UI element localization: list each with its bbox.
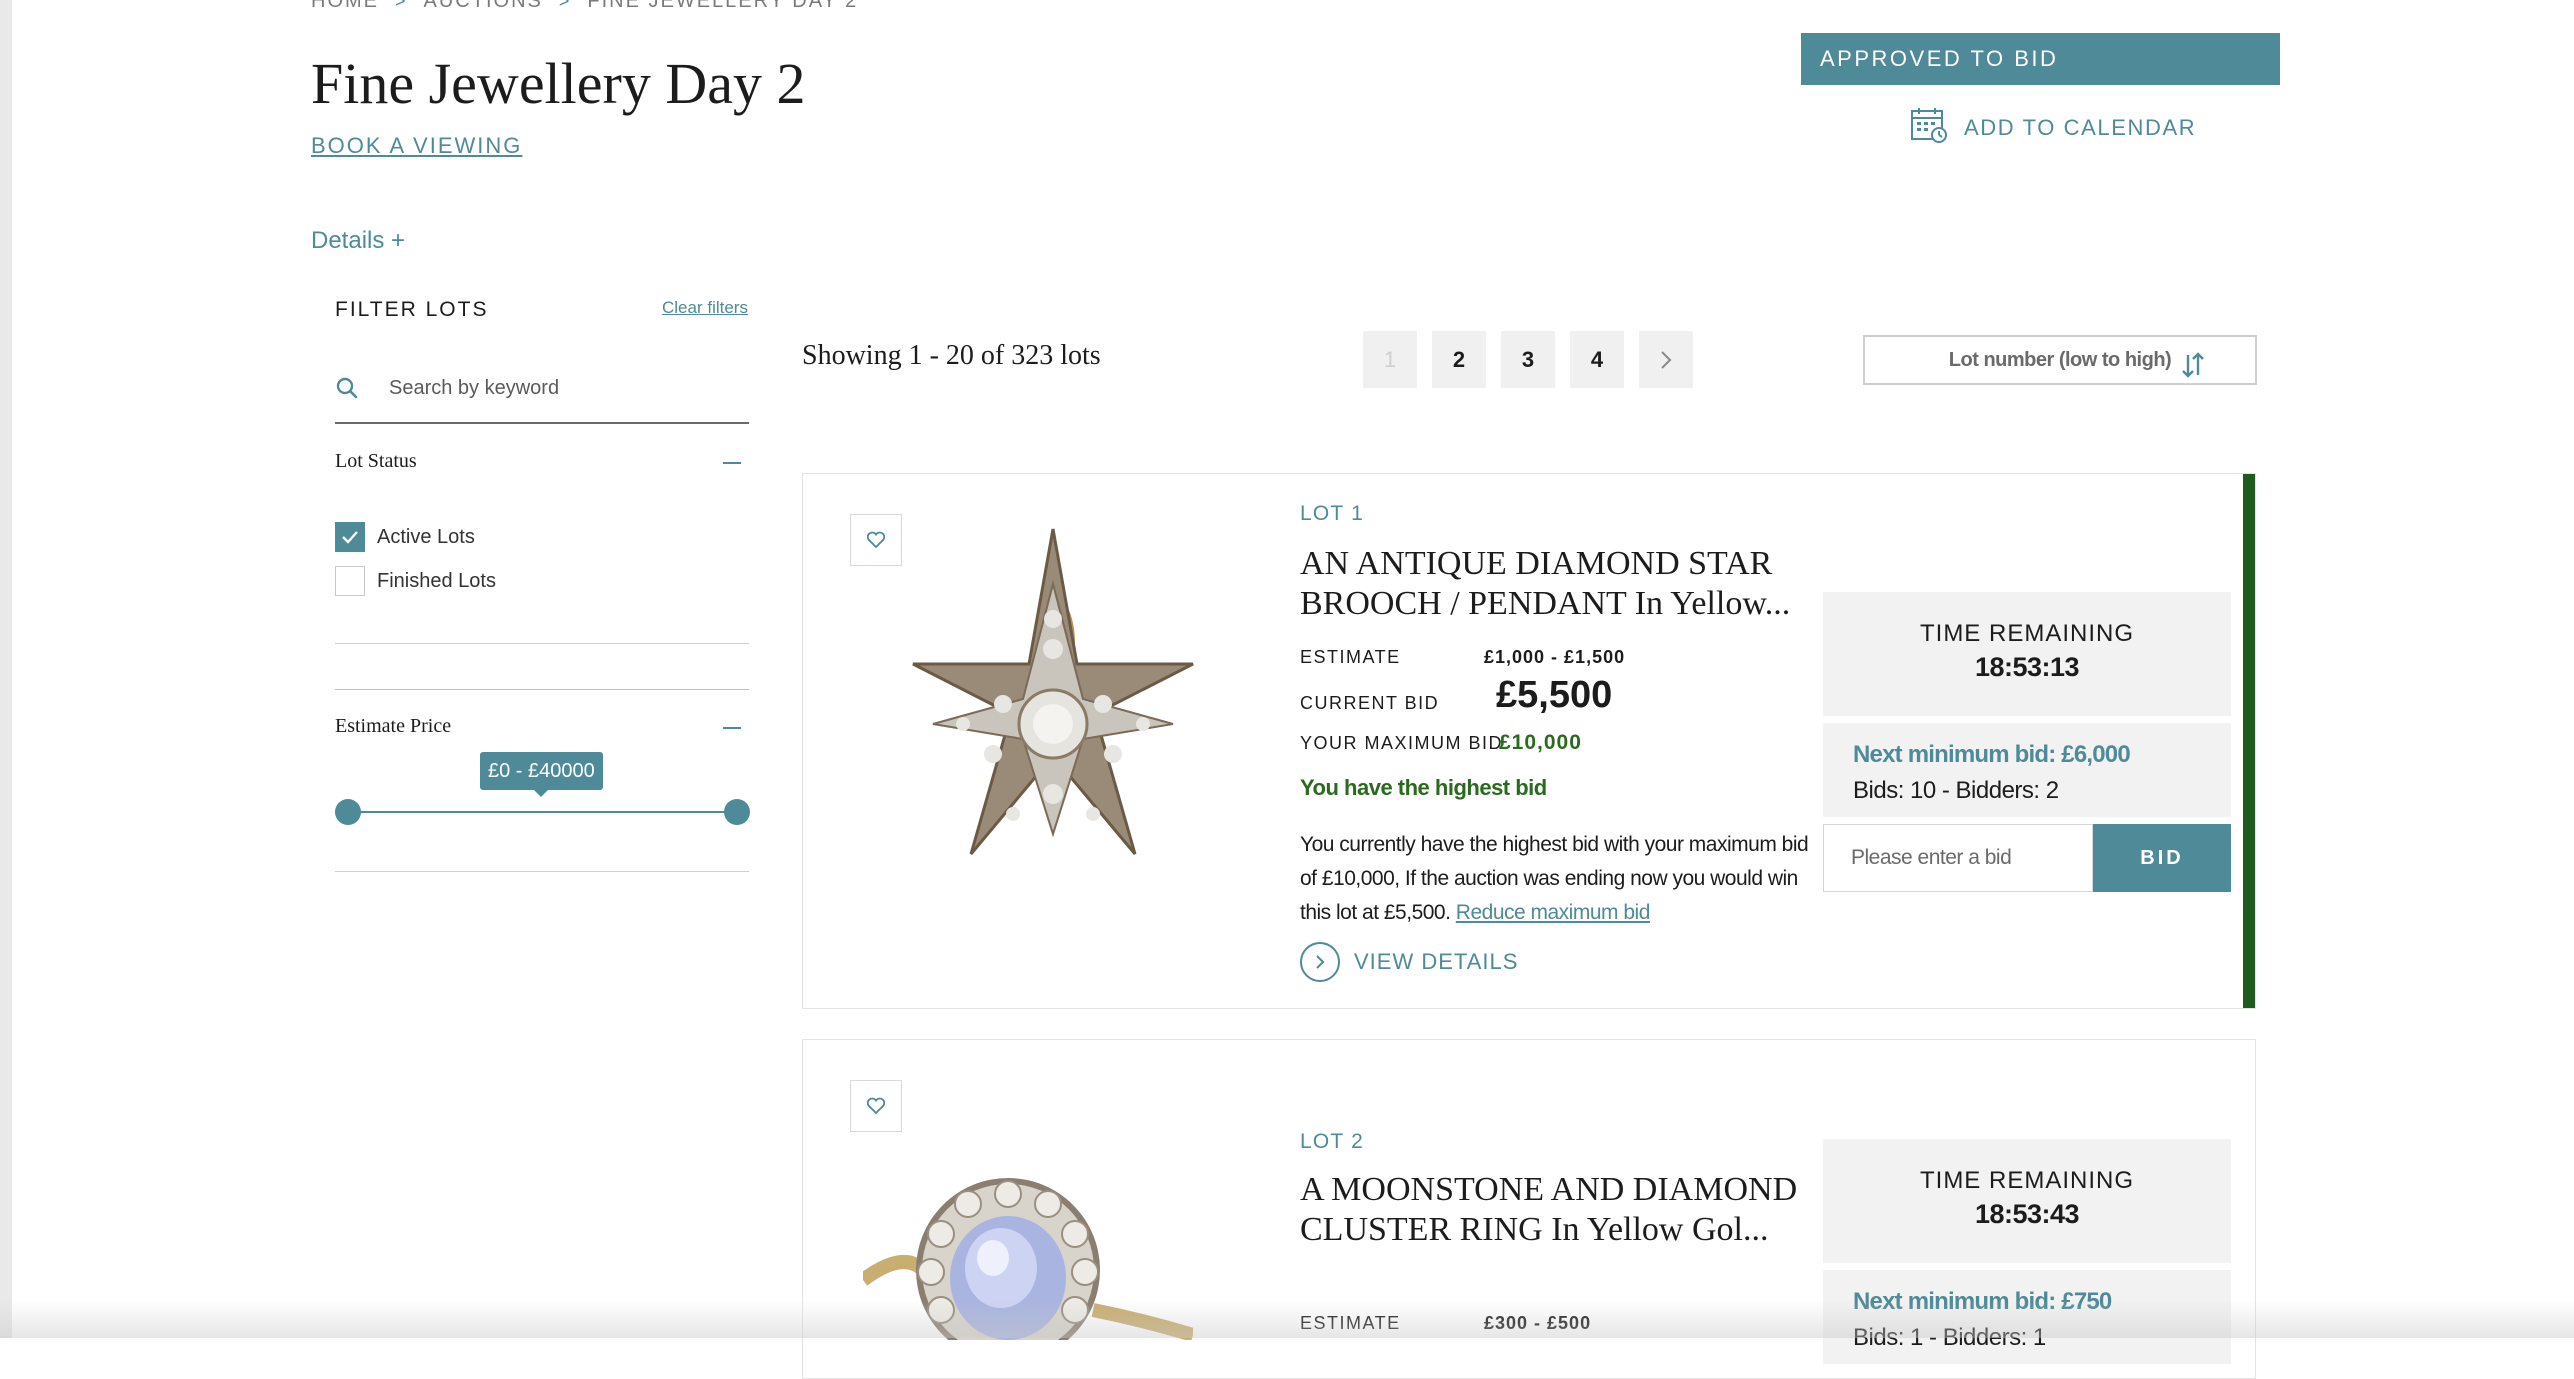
next-bid-box: Next minimum bid: £6,000 Bids: 10 - Bidd… [1823, 723, 2231, 817]
estimate-price-title: Estimate Price [335, 715, 452, 737]
check-icon [342, 531, 358, 544]
lot-card: LOT 1 AN ANTIQUE DIAMOND STAR BROOCH / P… [802, 473, 2256, 1009]
lot-image-star-brooch[interactable] [883, 524, 1223, 924]
bid-note: You currently have the highest bid with … [1300, 828, 1810, 930]
chevron-right-icon [1661, 350, 1672, 369]
favourite-button[interactable] [850, 1080, 902, 1132]
time-remaining-label: TIME REMAINING [1919, 620, 2134, 647]
estimate-price-collapse-icon[interactable] [723, 727, 741, 729]
next-page-button[interactable] [1639, 331, 1693, 388]
keyword-search [335, 354, 749, 424]
page-3-button[interactable]: 3 [1501, 331, 1555, 388]
chevron-right-icon [1300, 942, 1340, 982]
lot-status-collapse-icon[interactable] [723, 462, 741, 464]
estimate-label: ESTIMATE [1300, 647, 1401, 667]
current-bid-value: £5,500 [1496, 674, 1613, 716]
results-count: Showing 1 - 20 of 323 lots [802, 340, 1101, 371]
current-bid-label: CURRENT BID [1300, 693, 1440, 713]
bids-count: Bids: 10 - Bidders: 2 [1853, 777, 2059, 804]
next-minimum-bid: Next minimum bid: £750 [1853, 1288, 2112, 1315]
estimate-value: £1,000 - £1,500 [1484, 647, 1626, 667]
estimate-value: £300 - £500 [1484, 1313, 1592, 1333]
time-remaining-box: TIME REMAINING 18:53:43 [1823, 1139, 2231, 1263]
view-details-button[interactable]: VIEW DETAILS [1300, 942, 1518, 982]
breadcrumb-separator-icon: > [395, 0, 408, 11]
pagination: 1 2 3 4 [1363, 331, 1693, 388]
price-range-tooltip: £0 - £40000 [480, 752, 603, 797]
lot-number: LOT 2 [1300, 1130, 1364, 1153]
approved-to-bid-badge: APPROVED TO BID [1801, 33, 2280, 85]
lot-number: LOT 1 [1300, 502, 1364, 525]
bids-count: Bids: 1 - Bidders: 1 [1853, 1324, 2046, 1351]
search-input[interactable] [389, 376, 709, 400]
filter-lots-title: FILTER LOTS [335, 298, 489, 321]
max-bid-label: YOUR MAXIMUM BID [1300, 733, 1504, 753]
search-icon [335, 376, 359, 400]
breadcrumb: HOME > AUCTIONS > FINE JEWELLERY DAY 2 [311, 0, 858, 13]
finished-lots-label: Finished Lots [377, 569, 496, 592]
active-lots-checkbox[interactable]: Active Lots [335, 522, 475, 552]
finished-lots-checkbox[interactable]: Finished Lots [335, 566, 496, 596]
estimate-label: ESTIMATE [1300, 1313, 1401, 1333]
lot-status-title: Lot Status [335, 450, 417, 472]
divider [335, 871, 749, 872]
highest-bid-message: You have the highest bid [1300, 775, 1547, 800]
calendar-icon [1910, 106, 1948, 150]
time-remaining-box: TIME REMAINING 18:53:13 [1823, 592, 2231, 716]
time-remaining-value: 18:53:13 [1974, 652, 2080, 682]
book-viewing-link[interactable]: BOOK A VIEWING [311, 133, 522, 159]
active-lots-label: Active Lots [377, 525, 475, 548]
time-remaining-label: TIME REMAINING [1919, 1167, 2134, 1194]
page-frame-edge [0, 0, 12, 1338]
add-to-calendar-label: ADD TO CALENDAR [1964, 115, 2197, 140]
view-details-label: VIEW DETAILS [1354, 949, 1519, 974]
page-1-button[interactable]: 1 [1363, 331, 1417, 388]
bid-amount-input[interactable] [1823, 824, 2093, 892]
add-to-calendar-button[interactable]: ADD TO CALENDAR [1910, 106, 2196, 150]
page-4-button[interactable]: 4 [1570, 331, 1624, 388]
page-title: Fine Jewellery Day 2 [311, 51, 806, 116]
next-bid-box: Next minimum bid: £750 Bids: 1 - Bidders… [1823, 1270, 2231, 1364]
lot-title[interactable]: A MOONSTONE AND DIAMOND CLUSTER RING In … [1300, 1170, 1820, 1250]
details-toggle[interactable]: Details + [311, 227, 405, 255]
sort-label: Lot number (low to high) [1948, 348, 2172, 371]
sort-arrows-icon [2181, 351, 2205, 385]
clear-filters-link[interactable]: Clear filters [662, 298, 748, 318]
breadcrumb-current: FINE JEWELLERY DAY 2 [587, 0, 859, 12]
price-range-max-handle[interactable] [724, 799, 750, 825]
sort-dropdown[interactable]: Lot number (low to high) [1863, 335, 2257, 385]
divider [335, 689, 749, 690]
reduce-max-bid-link[interactable]: Reduce maximum bid [1456, 901, 1651, 924]
lot-title[interactable]: AN ANTIQUE DIAMOND STAR BROOCH / PENDANT… [1300, 544, 1820, 624]
breadcrumb-home[interactable]: HOME [311, 0, 379, 13]
checkbox-unchecked[interactable] [335, 566, 365, 596]
bid-button[interactable]: BID [2093, 824, 2231, 892]
price-range-min-handle[interactable] [335, 799, 361, 825]
lot-status-indicator [2243, 474, 2255, 1008]
heart-icon [866, 1097, 886, 1115]
page-2-button[interactable]: 2 [1432, 331, 1486, 388]
breadcrumb-auctions[interactable]: AUCTIONS [424, 0, 543, 13]
time-remaining-value: 18:53:43 [1974, 1199, 2080, 1229]
lot-image-moonstone-ring[interactable] [858, 1160, 1196, 1362]
lot-card: LOT 2 A MOONSTONE AND DIAMOND CLUSTER RI… [802, 1039, 2256, 1379]
next-minimum-bid: Next minimum bid: £6,000 [1853, 741, 2131, 768]
divider [335, 643, 749, 644]
max-bid-value: £10,000 [1499, 731, 1582, 754]
breadcrumb-separator-icon: > [558, 0, 572, 11]
checkbox-checked[interactable] [335, 522, 365, 552]
price-range-track[interactable] [347, 811, 737, 813]
